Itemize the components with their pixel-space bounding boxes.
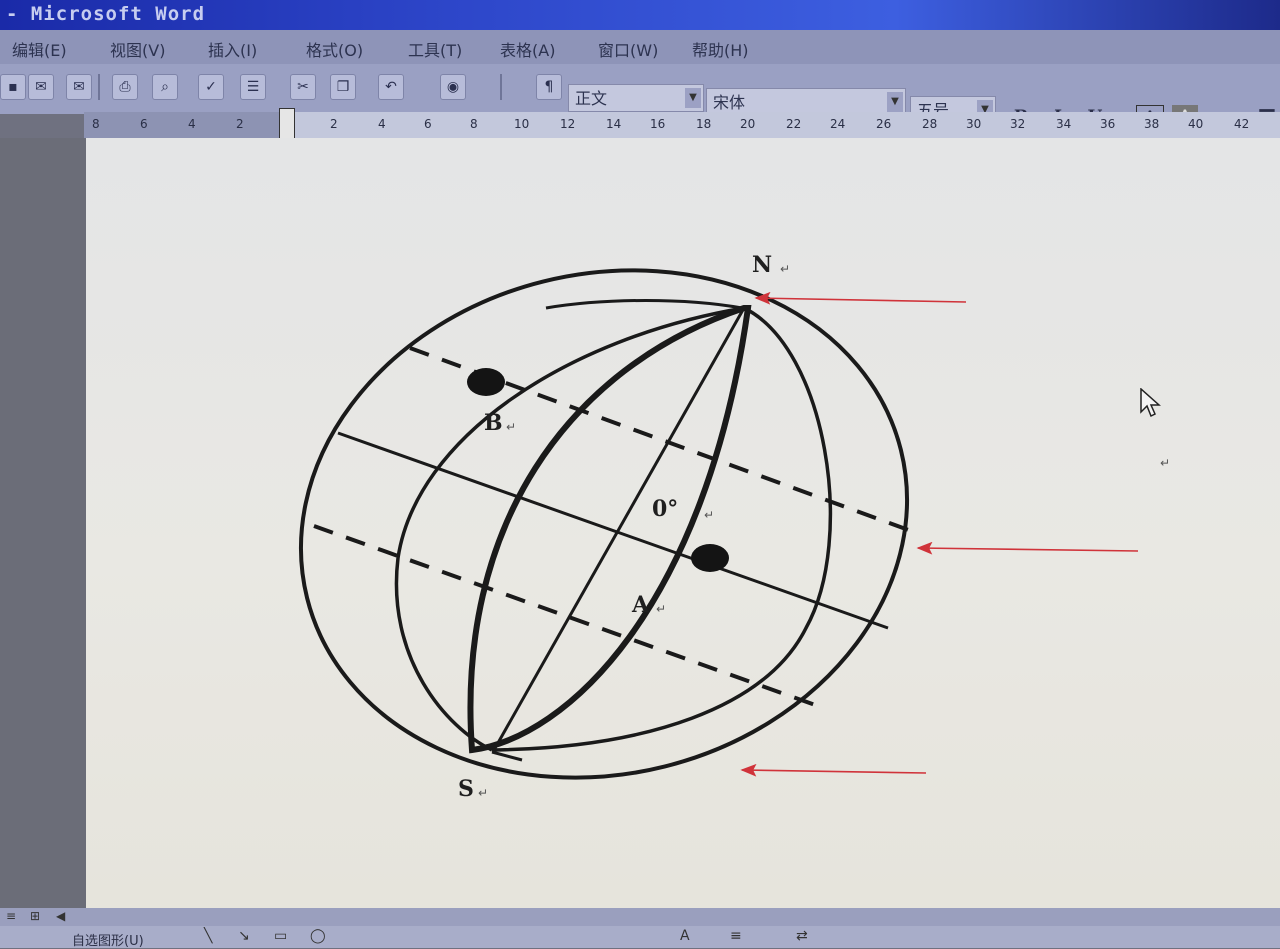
ruler-number: 20 <box>740 117 756 131</box>
paragraph-mark: ↵ <box>478 786 489 800</box>
indent-marker[interactable] <box>279 108 295 142</box>
font-dropdown-value: 宋体 <box>713 93 746 112</box>
research-icon[interactable]: ☰ <box>240 74 266 100</box>
dashed-parallel-lower <box>313 524 819 708</box>
normal-view-icon[interactable]: ≡ <box>6 909 16 923</box>
save-icon[interactable]: ▪ <box>0 74 26 100</box>
meridian-back <box>545 299 743 310</box>
print-preview-icon[interactable]: ⌕ <box>152 74 178 100</box>
chevron-down-icon[interactable]: ▼ <box>685 88 701 108</box>
menu-edit[interactable]: 编辑(E) <box>12 37 67 61</box>
ruler-number: 36 <box>1100 117 1116 131</box>
ruler-number: 4 <box>188 117 196 131</box>
ruler-number: 12 <box>560 117 576 131</box>
style-dropdown[interactable]: 正文 ▼ <box>568 84 704 112</box>
cut-icon[interactable]: ✂ <box>290 74 316 100</box>
window-title: - Microsoft Word <box>6 3 206 25</box>
menu-view[interactable]: 视图(V) <box>110 37 165 61</box>
label-south: S <box>458 776 474 802</box>
ruler-number: 16 <box>650 117 666 131</box>
paragraph-mark: ↵ <box>780 262 791 276</box>
ruler-number: 6 <box>140 117 148 131</box>
email-icon[interactable]: ✉ <box>66 74 92 100</box>
ruler-number: 6 <box>424 117 432 131</box>
meridian-right <box>491 306 833 752</box>
arrow-style-icon[interactable]: ⇄ <box>796 928 808 944</box>
paragraph-mark: ↵ <box>704 508 715 522</box>
point-b <box>467 368 505 396</box>
title-bar: - Microsoft Word <box>0 0 1280 30</box>
sunlight-arrow-middle <box>916 541 1139 555</box>
menu-window[interactable]: 窗口(W) <box>598 37 658 61</box>
line-style-icon[interactable]: ≡ <box>730 928 742 944</box>
hyperlink-icon[interactable]: ◉ <box>440 74 466 100</box>
spelling-icon[interactable]: ✓ <box>198 74 224 100</box>
scroll-left-icon[interactable]: ◀ <box>56 909 65 923</box>
font-color-icon[interactable]: A <box>680 928 690 944</box>
left-gutter <box>0 138 86 908</box>
paragraph-mark: ↵ <box>656 602 667 616</box>
sunlight-arrow-bottom <box>740 763 927 777</box>
menu-help[interactable]: 帮助(H) <box>692 37 749 61</box>
web-view-icon[interactable]: ⊞ <box>30 909 40 923</box>
ruler-number: 4 <box>378 117 386 131</box>
ruler-number: 8 <box>92 117 100 131</box>
ruler-number: 32 <box>1010 117 1026 131</box>
chevron-down-icon[interactable]: ▼ <box>887 92 903 112</box>
paragraph-mark: ↵ <box>506 420 517 434</box>
menu-bar: 编辑(E) 视图(V) 插入(I) 格式(O) 工具(T) 表格(A) 窗口(W… <box>0 30 1280 64</box>
ruler-number: 2 <box>330 117 338 131</box>
ruler-number: 26 <box>876 117 892 131</box>
label-b: B <box>484 410 503 436</box>
rectangle-tool-icon[interactable]: ▭ <box>274 928 287 944</box>
view-buttons-bar: ≡ ⊞ ◀ <box>0 908 1280 926</box>
ruler-number: 18 <box>696 117 712 131</box>
mouse-pointer-icon <box>1140 388 1161 418</box>
arrow-tool-icon[interactable]: ↘ <box>238 928 250 944</box>
ruler-number: 22 <box>786 117 802 131</box>
ruler-number: 30 <box>966 117 982 131</box>
point-a <box>691 544 729 572</box>
equator-line <box>337 431 889 630</box>
copy-icon[interactable]: ❐ <box>330 74 356 100</box>
oval-tool-icon[interactable]: ◯ <box>310 928 326 944</box>
ruler-number: 42 <box>1234 117 1250 131</box>
menu-table[interactable]: 表格(A) <box>500 37 555 61</box>
ruler-number: 14 <box>606 117 622 131</box>
toolbar-separator <box>98 74 100 100</box>
ruler-number: 38 <box>1144 117 1160 131</box>
globe-diagram <box>298 268 1139 780</box>
print-icon[interactable]: ⎙ <box>112 74 138 100</box>
label-north: N <box>752 252 773 278</box>
paragraph-mark: ↵ <box>1160 456 1171 470</box>
drawing-toolbar: 自选图形(U) ╲ ↘ ▭ ◯ A ≡ ⇄ <box>0 926 1280 949</box>
ruler-number: 24 <box>830 117 846 131</box>
label-a: A <box>632 592 650 618</box>
horizontal-ruler[interactable]: 8 6 4 2 2 4 6 8 10 12 14 16 18 20 22 24 … <box>84 112 1280 138</box>
permission-icon[interactable]: ✉ <box>28 74 54 100</box>
style-dropdown-value: 正文 <box>575 89 608 108</box>
label-zero-degree: 0° <box>652 496 679 522</box>
ruler-number: 34 <box>1056 117 1072 131</box>
ruler-number: 40 <box>1188 117 1204 131</box>
sunlight-arrow-top <box>754 291 967 305</box>
document-page[interactable]: N ↵ B ↵ 0° ↵ A ↵ S ↵ ↵ <box>86 138 1280 908</box>
ruler-number: 28 <box>922 117 938 131</box>
menu-insert[interactable]: 插入(I) <box>208 37 257 61</box>
ruler-number: 2 <box>236 117 244 131</box>
styles-pane-icon[interactable]: ¶ <box>536 74 562 100</box>
ruler-margin <box>84 112 284 138</box>
autoshapes-button[interactable]: 自选图形(U) <box>72 930 144 949</box>
menu-format[interactable]: 格式(O) <box>306 37 363 61</box>
south-tail <box>491 750 523 762</box>
undo-icon[interactable]: ↶ <box>378 74 404 100</box>
ruler-number: 8 <box>470 117 478 131</box>
toolbar-separator <box>500 74 502 100</box>
line-tool-icon[interactable]: ╲ <box>204 928 212 944</box>
ruler-number: 10 <box>514 117 530 131</box>
menu-tools[interactable]: 工具(T) <box>408 37 462 61</box>
